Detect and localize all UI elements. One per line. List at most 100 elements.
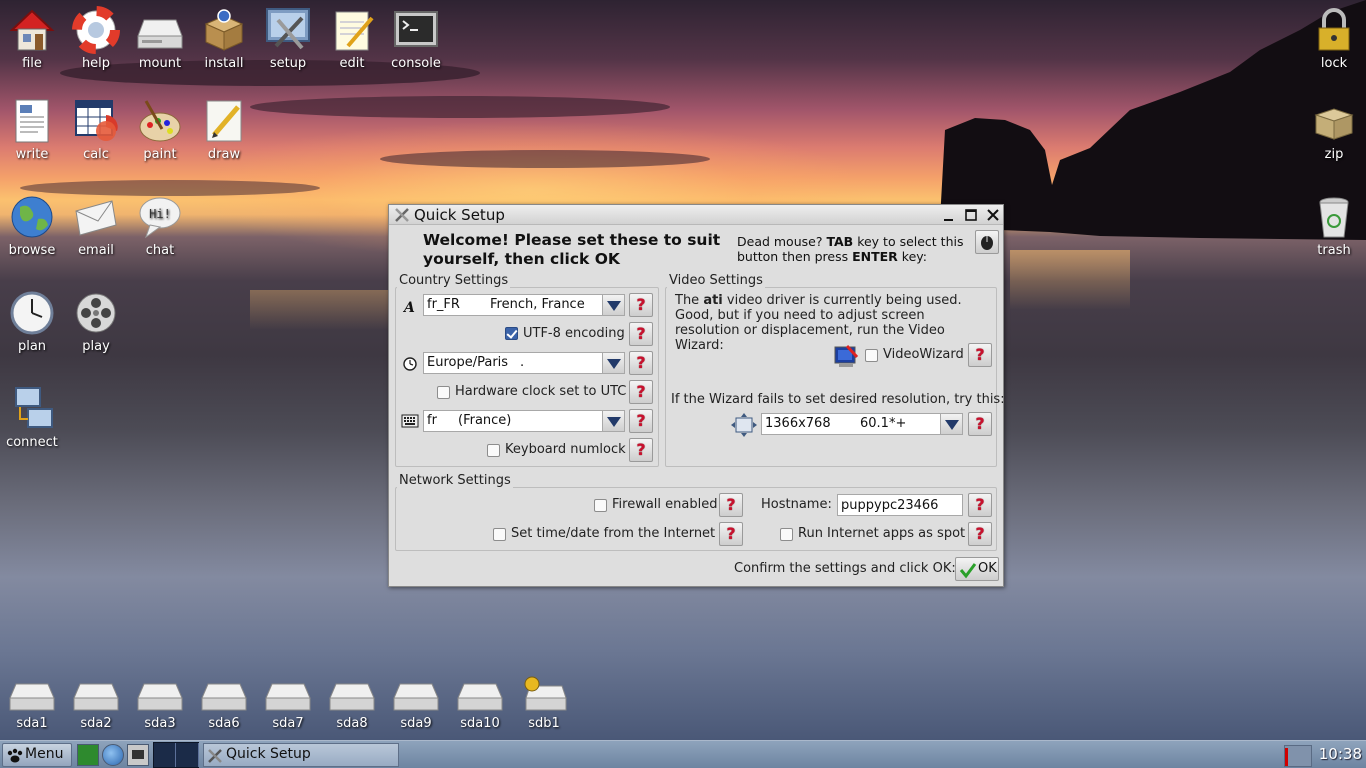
desktop-icon-help[interactable]: help (64, 6, 128, 71)
network-icon (15, 387, 53, 428)
desktop-icon-label: play (82, 339, 110, 354)
confirm-text: Confirm the settings and click OK: (734, 561, 956, 576)
drive-icon (137, 19, 183, 49)
desktop-icon-calc[interactable]: calc (64, 97, 128, 162)
terminal-launcher-icon[interactable] (127, 744, 149, 766)
workspace-1[interactable] (154, 743, 176, 767)
desktop-icon-trash[interactable]: trash (1302, 193, 1366, 258)
locale-name: French, France (490, 297, 585, 312)
trash-icon (1319, 197, 1349, 238)
firewall-help-button[interactable]: ? (719, 493, 743, 517)
help-question-icon: ? (726, 524, 736, 543)
desktop-icon-play[interactable]: play (64, 289, 128, 354)
timezone-combo[interactable]: Europe/Paris . (423, 352, 625, 374)
chevron-down-icon[interactable] (602, 411, 624, 431)
desktop-icon-label: chat (145, 243, 175, 258)
hard-drive-icon (137, 683, 183, 711)
desktop-icon-connect[interactable]: connect (0, 385, 64, 450)
drive-icon-sdb1[interactable]: sdb1 (512, 676, 576, 731)
desktop-icon-console[interactable]: console (384, 6, 448, 71)
menu-label: Menu (25, 746, 64, 762)
videowizard-checkbox[interactable] (865, 349, 878, 362)
desktop-icon-zip[interactable]: zip (1302, 97, 1366, 162)
locale-combo[interactable]: fr_FR French, France (423, 294, 625, 316)
hwclock-help-button[interactable]: ? (629, 380, 653, 404)
desktop-icon-edit[interactable]: edit (320, 6, 384, 71)
utf8-label: UTF-8 encoding (523, 326, 625, 341)
drive-icon-sda6[interactable]: sda6 (192, 680, 256, 731)
close-icon[interactable] (985, 207, 1001, 223)
hostname-label: Hostname: (761, 497, 832, 512)
utf8-help-button[interactable]: ? (629, 322, 653, 346)
hostname-help-button[interactable]: ? (968, 493, 992, 517)
desktop-icon-email[interactable]: email (64, 193, 128, 258)
taskbar-task-quick-setup[interactable]: Quick Setup (203, 743, 399, 767)
chevron-down-icon[interactable] (940, 414, 962, 434)
videowizard-help-button[interactable]: ? (968, 343, 992, 367)
drive-icon-sda2[interactable]: sda2 (64, 680, 128, 731)
clock-icon (10, 291, 54, 335)
menu-button[interactable]: Menu (2, 743, 72, 767)
desktop-icon-mount[interactable]: mount (128, 6, 192, 71)
spot-checkbox[interactable] (780, 528, 793, 541)
tab-key-text: TAB (826, 234, 854, 249)
window-titlebar[interactable]: Quick Setup (389, 205, 1003, 225)
drive-icon-sda8[interactable]: sda8 (320, 680, 384, 731)
pencil-icon (206, 100, 242, 142)
minimize-icon[interactable] (941, 207, 957, 223)
desktop-icon-paint[interactable]: paint (128, 97, 192, 162)
drive-label: sda7 (272, 716, 304, 731)
keyboard-code: fr (427, 413, 437, 428)
drive-icon-sda3[interactable]: sda3 (128, 680, 192, 731)
dead-mouse-text: key: (897, 249, 927, 264)
desktop-icon-write[interactable]: write (0, 97, 64, 162)
desktop-icon-draw[interactable]: draw (192, 97, 256, 162)
utf8-checkbox[interactable] (505, 327, 518, 340)
desktop-icon-install[interactable]: install (192, 6, 256, 71)
timezone-help-button[interactable]: ? (629, 351, 653, 375)
clock[interactable]: 10:38 (1306, 745, 1362, 767)
spot-help-button[interactable]: ? (968, 522, 992, 546)
help-question-icon: ? (636, 295, 646, 314)
desktop-icon-label: file (22, 56, 42, 71)
timedate-help-button[interactable]: ? (719, 522, 743, 546)
numlock-checkbox[interactable] (487, 444, 500, 457)
desktop-icon-plan[interactable]: plan (0, 289, 64, 354)
hostname-input[interactable] (837, 494, 963, 516)
desktop-icon-file[interactable]: file (0, 6, 64, 71)
keyboard-help-button[interactable]: ? (629, 409, 653, 433)
mouse-keyboard-button[interactable] (975, 230, 999, 254)
drive-icon-sda10[interactable]: sda10 (448, 680, 512, 731)
desktop-icon-label: draw (207, 147, 241, 162)
drive-icon-sda7[interactable]: sda7 (256, 680, 320, 731)
drive-icon-sda1[interactable]: sda1 (0, 680, 64, 731)
chevron-down-icon[interactable] (602, 295, 624, 315)
maximize-icon[interactable] (963, 207, 979, 223)
workspace-2[interactable] (177, 743, 199, 767)
desktop-icon-chat[interactable]: Hi! chat (128, 193, 192, 258)
desktop-icon-setup[interactable]: setup (256, 6, 320, 71)
hwclock-checkbox[interactable] (437, 386, 450, 399)
drive-icon-sda9[interactable]: sda9 (384, 680, 448, 731)
keyboard-layout-combo[interactable]: fr (France) (423, 410, 625, 432)
timedate-label: Set time/date from the Internet (511, 526, 716, 541)
chat-bubble-text: Hi! (149, 207, 171, 221)
ok-button[interactable]: OK (955, 557, 999, 581)
firewall-checkbox[interactable] (594, 499, 607, 512)
resolution-combo[interactable]: 1366x768 60.1*+ (761, 413, 963, 435)
desktop-icon-browse[interactable]: browse (0, 193, 64, 258)
desktop-icon-label: browse (8, 243, 56, 258)
timedate-checkbox[interactable] (493, 528, 506, 541)
resolution-help-button[interactable]: ? (968, 412, 992, 436)
chevron-down-icon[interactable] (602, 353, 624, 373)
browser-launcher-icon[interactable] (102, 744, 124, 766)
help-question-icon: ? (975, 495, 985, 514)
show-desktop-icon[interactable] (77, 744, 99, 766)
desktop-icon-lock[interactable]: lock (1302, 6, 1366, 71)
checkmark-icon (959, 563, 977, 579)
desktop-icon-label: lock (1320, 56, 1348, 71)
hard-drive-icon (201, 683, 247, 711)
workspace-pager[interactable] (153, 742, 199, 768)
locale-help-button[interactable]: ? (629, 293, 653, 317)
numlock-help-button[interactable]: ? (629, 438, 653, 462)
